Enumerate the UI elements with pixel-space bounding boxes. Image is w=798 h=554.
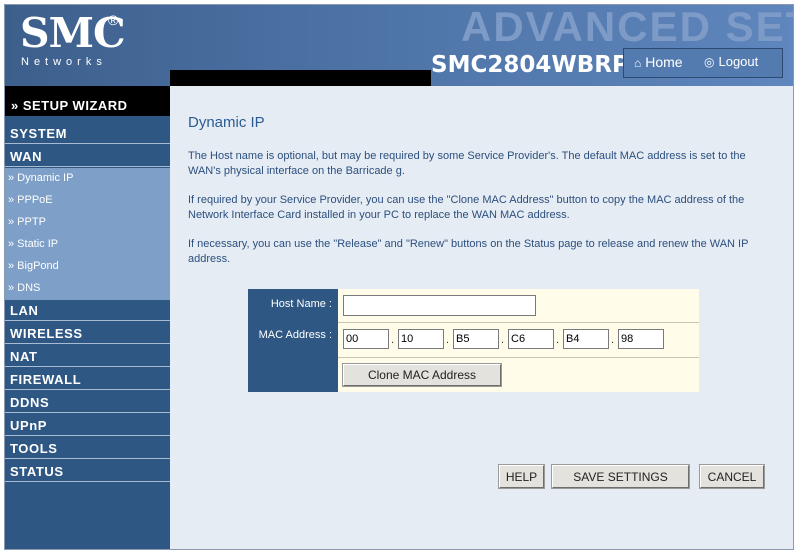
browser-frame: SMC ® Networks ADVANCED SETUP SMC2804WBR… bbox=[4, 4, 794, 550]
nav-upnp[interactable]: UPnP bbox=[5, 415, 170, 436]
main-content: Dynamic IP The Host name is optional, bu… bbox=[170, 86, 793, 549]
header-links: ⌂ Home ◎ Logout bbox=[623, 48, 783, 78]
host-name-label: Host Name : bbox=[270, 298, 332, 310]
setup-wizard-link[interactable]: » SETUP WIZARD bbox=[5, 86, 170, 116]
nav-bigpond[interactable]: » BigPond bbox=[5, 256, 170, 278]
mac-octet-6-input[interactable] bbox=[618, 329, 664, 349]
home-link[interactable]: ⌂ Home bbox=[634, 54, 683, 70]
sidebar: » SETUP WIZARD SYSTEM WAN » Dynamic IP »… bbox=[5, 86, 170, 549]
nav-static-ip[interactable]: » Static IP bbox=[5, 234, 170, 256]
home-icon: ⌂ bbox=[634, 56, 642, 70]
mac-address-label: MAC Address : bbox=[258, 329, 332, 341]
page-title: Dynamic IP bbox=[188, 114, 265, 131]
nav-nat[interactable]: NAT bbox=[5, 346, 170, 367]
registered-mark: ® bbox=[108, 12, 119, 28]
mac-octet-4-input[interactable] bbox=[508, 329, 554, 349]
row-divider bbox=[338, 357, 699, 358]
intro-paragraph: The Host name is optional, but may be re… bbox=[188, 150, 746, 177]
logout-label: Logout bbox=[718, 54, 759, 69]
header-black-bar bbox=[170, 70, 431, 86]
cancel-button[interactable]: CANCEL bbox=[699, 464, 765, 489]
row-divider bbox=[338, 322, 699, 323]
header-banner: SMC ® Networks ADVANCED SETUP SMC2804WBR… bbox=[5, 5, 793, 86]
nav-pptp[interactable]: » PPTP bbox=[5, 212, 170, 234]
nav-wan[interactable]: WAN bbox=[5, 146, 170, 167]
help-button[interactable]: HELP bbox=[498, 464, 545, 489]
nav-ddns[interactable]: DDNS bbox=[5, 392, 170, 413]
wan-settings-form: Host Name : MAC Address : . . . . . Clon… bbox=[248, 289, 699, 392]
nav-system[interactable]: SYSTEM bbox=[5, 123, 170, 144]
nav-lan[interactable]: LAN bbox=[5, 300, 170, 321]
mac-separator: . bbox=[501, 334, 505, 346]
form-label-column: Host Name : MAC Address : bbox=[248, 289, 338, 392]
nav-tools[interactable]: TOOLS bbox=[5, 438, 170, 459]
save-settings-button[interactable]: SAVE SETTINGS bbox=[551, 464, 690, 489]
nav-wireless[interactable]: WIRELESS bbox=[5, 323, 170, 344]
host-name-input[interactable] bbox=[343, 295, 536, 316]
logo-subtitle: Networks bbox=[21, 56, 107, 68]
mac-separator: . bbox=[446, 334, 450, 346]
mac-separator: . bbox=[556, 334, 560, 346]
mac-octet-3-input[interactable] bbox=[453, 329, 499, 349]
nav-firewall[interactable]: FIREWALL bbox=[5, 369, 170, 390]
mac-separator: . bbox=[391, 334, 395, 346]
release-renew-paragraph: If necessary, you can use the "Release" … bbox=[188, 238, 749, 265]
clone-mac-paragraph: If required by your Service Provider, yo… bbox=[188, 194, 745, 221]
mac-octet-5-input[interactable] bbox=[563, 329, 609, 349]
mac-separator: . bbox=[611, 334, 615, 346]
mac-octet-1-input[interactable] bbox=[343, 329, 389, 349]
setup-wizard-label: » SETUP WIZARD bbox=[11, 98, 128, 113]
clone-mac-button[interactable]: Clone MAC Address bbox=[342, 363, 502, 387]
nav-dynamic-ip[interactable]: » Dynamic IP bbox=[5, 168, 170, 190]
logout-icon: ◎ bbox=[704, 55, 715, 69]
nav-dns[interactable]: » DNS bbox=[5, 278, 170, 300]
nav-status[interactable]: STATUS bbox=[5, 461, 170, 482]
mac-octet-2-input[interactable] bbox=[398, 329, 444, 349]
logout-link[interactable]: ◎ Logout bbox=[704, 54, 758, 69]
home-label: Home bbox=[645, 54, 683, 70]
nav-pppoe[interactable]: » PPPoE bbox=[5, 190, 170, 212]
